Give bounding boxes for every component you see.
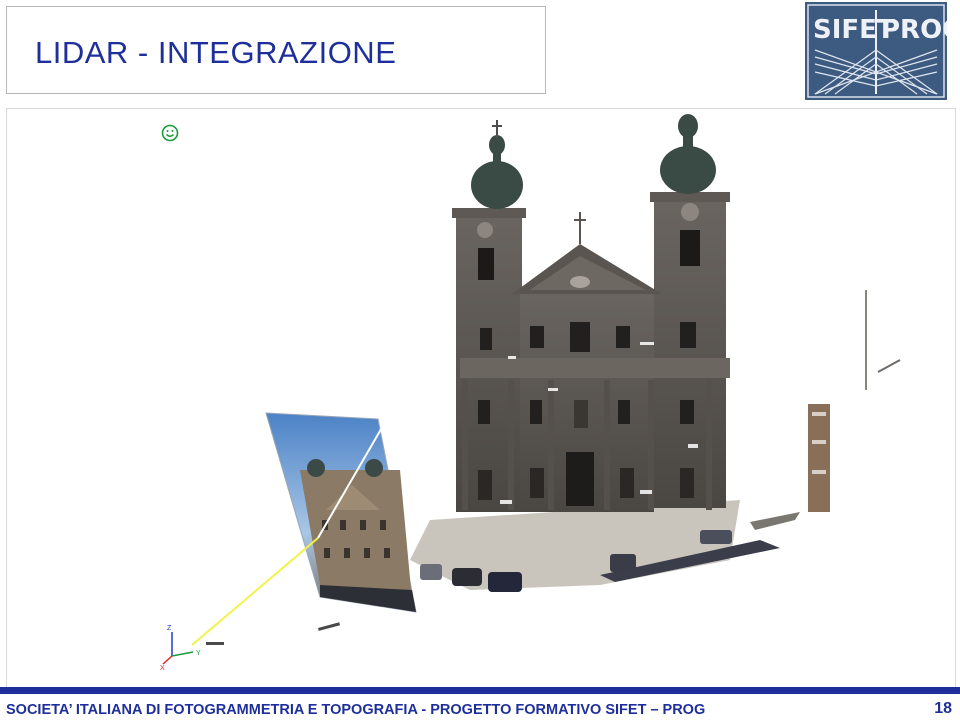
page-number: 18 (934, 700, 952, 717)
image-plane (265, 412, 417, 613)
axis-x-label: X (160, 665, 165, 672)
point-cloud-scene: Z Y X (160, 114, 901, 672)
footer-text: SOCIETA’ ITALIANA DI FOTOGRAMMETRIA E TO… (6, 702, 706, 718)
axis-y-label: Y (196, 650, 201, 657)
stray-points (206, 622, 341, 645)
smiley-icon (161, 124, 179, 142)
projection-ray-yellow (191, 537, 319, 646)
ground-points (410, 500, 800, 592)
church-point-cloud (452, 114, 730, 512)
axis-triad: Z Y X (160, 625, 201, 672)
axis-z-label: Z (167, 625, 172, 632)
right-structures (808, 290, 901, 512)
footer-bar (0, 687, 960, 694)
